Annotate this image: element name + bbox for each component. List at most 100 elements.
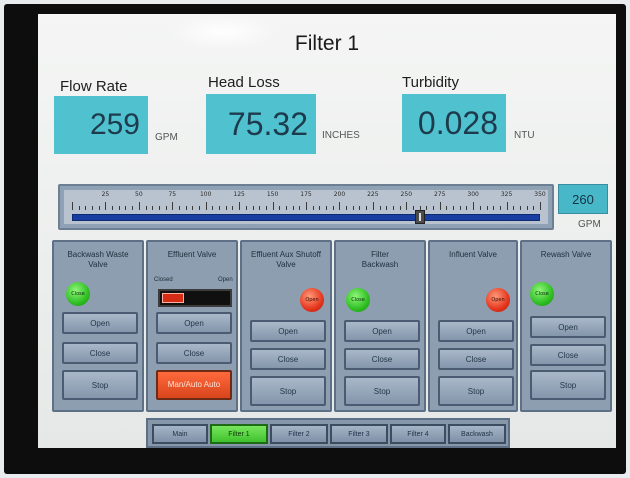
slider-tick bbox=[212, 206, 214, 210]
slider-value-display[interactable]: 260 bbox=[558, 184, 608, 214]
slider-tick bbox=[138, 202, 140, 210]
man-auto-button[interactable]: Man/Auto Auto bbox=[156, 370, 232, 400]
slider-tick bbox=[506, 202, 508, 210]
stop-button[interactable]: Stop bbox=[438, 376, 514, 406]
slider-tick-label: 200 bbox=[333, 191, 346, 198]
slider-track[interactable] bbox=[72, 214, 540, 221]
turbidity-value: 0.028 bbox=[402, 94, 506, 152]
slider-tick bbox=[526, 206, 528, 210]
influent-valve-panel: Influent Valve Open Open Close Stop bbox=[428, 240, 518, 412]
effluent-aux-shutoff-valve-panel: Effluent Aux Shutoff Valve Open Open Clo… bbox=[240, 240, 332, 412]
slider-tick-label: 275 bbox=[433, 191, 446, 198]
turbidity-unit: NTU bbox=[514, 130, 535, 141]
close-button[interactable]: Close bbox=[438, 348, 514, 370]
status-lamp: Open bbox=[486, 288, 510, 312]
stop-button[interactable]: Stop bbox=[344, 376, 420, 406]
status-lamp: Close bbox=[346, 288, 370, 312]
flow-rate-unit: GPM bbox=[155, 132, 178, 143]
slider-tick bbox=[359, 206, 361, 210]
tab-main[interactable]: Main bbox=[152, 424, 208, 444]
head-loss-unit: INCHES bbox=[322, 130, 360, 141]
valve-position-fill bbox=[162, 293, 184, 303]
stop-button[interactable]: Stop bbox=[250, 376, 326, 406]
monitor-bezel: Filter 1 Flow Rate 259 GPM Head Loss 75.… bbox=[4, 4, 626, 474]
slider-tick bbox=[479, 206, 481, 210]
panel-title: Influent Valve bbox=[449, 250, 497, 259]
slider-scale: 25 50 75 100 125 150 175 200 225 250 275 300 325 350 bbox=[64, 190, 548, 224]
rewash-valve-panel: Rewash Valve Close Open Close Stop bbox=[520, 240, 612, 412]
slider-tick bbox=[372, 202, 374, 210]
flow-setpoint-slider[interactable]: 25 50 75 100 125 150 175 200 225 250 275 300 325 350 bbox=[58, 184, 554, 230]
panel-title: Rewash Valve bbox=[540, 250, 592, 259]
open-button[interactable]: Open bbox=[530, 316, 606, 338]
panel-title: Effluent Aux Shutoff Valve bbox=[251, 250, 321, 269]
slider-tick bbox=[185, 206, 187, 210]
slider-tick bbox=[352, 206, 354, 210]
page-title: Filter 1 bbox=[294, 32, 360, 55]
slider-tick bbox=[192, 206, 194, 210]
slider-tick bbox=[145, 206, 147, 210]
slider-tick-label: 300 bbox=[467, 191, 479, 198]
slider-tick bbox=[379, 206, 381, 210]
close-button[interactable]: Close bbox=[62, 342, 138, 364]
slider-tick bbox=[132, 206, 134, 210]
slider-tick bbox=[239, 202, 241, 210]
slider-tick bbox=[426, 206, 428, 210]
slider-tick bbox=[339, 202, 341, 210]
stop-button[interactable]: Stop bbox=[62, 370, 138, 400]
slider-tick bbox=[78, 206, 80, 210]
slider-tick bbox=[473, 202, 475, 210]
tab-backwash[interactable]: Backwash bbox=[448, 424, 506, 444]
open-label: Open bbox=[218, 277, 233, 283]
slider-tick bbox=[232, 206, 234, 210]
tab-filter-2[interactable]: Filter 2 bbox=[270, 424, 328, 444]
open-button[interactable]: Open bbox=[62, 312, 138, 334]
backwash-waste-valve-panel: Backwash Waste Valve Close Open Close St… bbox=[52, 240, 144, 412]
open-button[interactable]: Open bbox=[438, 320, 514, 342]
slider-tick bbox=[265, 206, 267, 210]
flow-rate-label: Flow Rate bbox=[60, 78, 128, 95]
status-lamp: Close bbox=[530, 282, 554, 306]
slider-tick bbox=[199, 206, 201, 210]
slider-tick-label: 150 bbox=[266, 191, 279, 198]
slider-tick bbox=[205, 202, 207, 210]
slider-tick bbox=[85, 206, 87, 210]
slider-thumb[interactable] bbox=[414, 210, 425, 224]
slider-tick bbox=[299, 206, 301, 210]
slider-tick bbox=[152, 206, 154, 210]
close-button[interactable]: Close bbox=[250, 348, 326, 370]
slider-tick bbox=[125, 206, 127, 210]
close-button[interactable]: Close bbox=[156, 342, 232, 364]
open-button[interactable]: Open bbox=[344, 320, 420, 342]
tab-filter-4[interactable]: Filter 4 bbox=[390, 424, 446, 444]
filter-backwash-panel: Filter Backwash Close Open Close Stop bbox=[334, 240, 426, 412]
slider-tick bbox=[158, 206, 160, 210]
slider-tick bbox=[459, 206, 461, 210]
slider-tick bbox=[513, 206, 515, 210]
slider-tick bbox=[446, 206, 448, 210]
head-loss-label: Head Loss bbox=[208, 74, 280, 91]
tab-filter-3[interactable]: Filter 3 bbox=[330, 424, 388, 444]
slider-tick bbox=[312, 206, 314, 210]
open-button[interactable]: Open bbox=[156, 312, 232, 334]
slider-tick bbox=[499, 206, 501, 210]
open-button[interactable]: Open bbox=[250, 320, 326, 342]
slider-unit: GPM bbox=[578, 219, 601, 230]
stop-button[interactable]: Stop bbox=[530, 370, 606, 400]
slider-tick bbox=[392, 206, 394, 210]
slider-tick bbox=[433, 206, 435, 210]
slider-tick bbox=[98, 206, 100, 210]
slider-tick bbox=[319, 206, 321, 210]
slider-tick-label: 250 bbox=[400, 191, 413, 198]
slider-tick bbox=[486, 206, 488, 210]
tab-filter-1[interactable]: Filter 1 bbox=[210, 424, 268, 444]
panel-title: Filter Backwash bbox=[361, 250, 399, 269]
status-lamp: Open bbox=[300, 288, 324, 312]
close-button[interactable]: Close bbox=[344, 348, 420, 370]
slider-tick bbox=[279, 206, 281, 210]
hmi-screen: Filter 1 Flow Rate 259 GPM Head Loss 75.… bbox=[38, 14, 616, 448]
close-button[interactable]: Close bbox=[530, 344, 606, 366]
effluent-valve-panel: Effluent Valve Closed Open Open Close Ma… bbox=[146, 240, 238, 412]
slider-tick bbox=[225, 206, 227, 210]
slider-tick bbox=[406, 202, 408, 210]
